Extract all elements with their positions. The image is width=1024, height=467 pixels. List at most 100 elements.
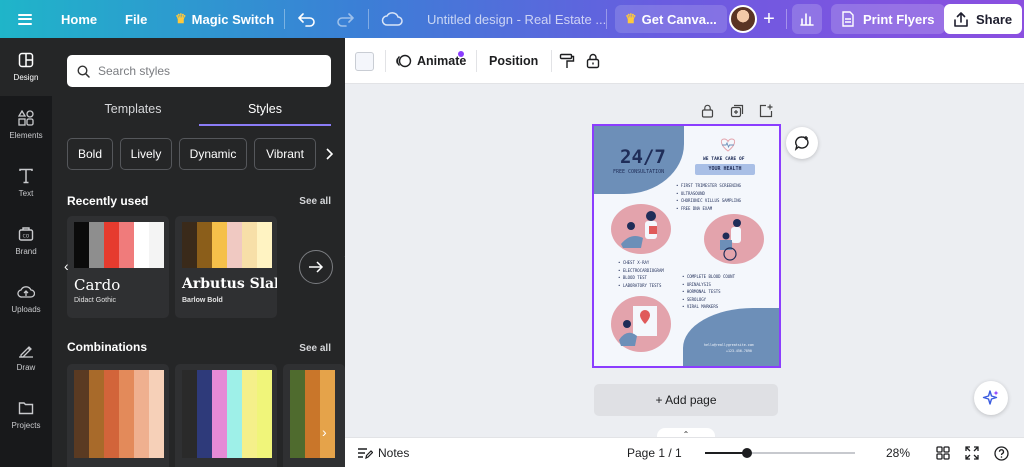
- file-menu[interactable]: File: [125, 0, 147, 38]
- document-title[interactable]: Untitled design - Real Estate ...: [427, 0, 606, 38]
- divider: [476, 50, 477, 72]
- background-color-swatch[interactable]: [355, 52, 374, 71]
- help-icon[interactable]: [994, 438, 1009, 467]
- recently-used-see-all[interactable]: See all: [299, 196, 331, 207]
- list-item: LABORATORY TESTS: [618, 282, 664, 290]
- left-rail: Design Elements Text CO Brand Uploads Dr…: [0, 38, 52, 467]
- fullscreen-icon[interactable]: [965, 438, 979, 467]
- style-card-cardo[interactable]: Cardo Didact Gothic: [67, 216, 169, 318]
- combinations-see-all[interactable]: See all: [299, 343, 331, 354]
- chips-next-arrow-icon[interactable]: [318, 138, 340, 170]
- flyer-lab-list: COMPLETE BLOOD COUNT URINALYSIS HORMONAL…: [682, 273, 735, 311]
- menu-icon[interactable]: [18, 0, 32, 38]
- animate-button[interactable]: Animate: [396, 38, 466, 84]
- print-flyers-button[interactable]: Print Flyers: [831, 4, 945, 34]
- swatch-row: [182, 222, 272, 268]
- combinations-next-icon[interactable]: ›: [322, 424, 327, 440]
- add-comment-button[interactable]: [786, 127, 818, 159]
- magic-assistant-button[interactable]: [974, 381, 1008, 415]
- share-icon: [954, 11, 968, 27]
- combination-card[interactable]: [175, 364, 277, 467]
- grid-view-icon[interactable]: [936, 438, 950, 467]
- list-item: CHEST X-RAY: [618, 259, 664, 267]
- sparkle-icon: [982, 390, 999, 405]
- swatch: [89, 222, 104, 268]
- rail-item-design[interactable]: Design: [0, 38, 52, 96]
- flyer-page[interactable]: 24/7 FREE CONSULTATION WE TAKE CARE OF Y…: [592, 124, 781, 368]
- combination-card[interactable]: [67, 364, 169, 467]
- swatch: [212, 222, 227, 268]
- tab-templates[interactable]: Templates: [67, 98, 199, 126]
- swatch: [104, 222, 119, 268]
- swatch: [227, 370, 242, 458]
- rail-label: Text: [18, 189, 34, 198]
- rail-item-text[interactable]: Text: [0, 154, 52, 212]
- rail-item-projects[interactable]: Projects: [0, 386, 52, 444]
- print-flyers-label: Print Flyers: [863, 11, 935, 27]
- page-lock-icon[interactable]: [701, 104, 714, 123]
- search-icon: [77, 64, 90, 78]
- page-indicator[interactable]: Page 1 / 1: [627, 438, 682, 467]
- redo-icon[interactable]: [336, 0, 354, 38]
- paint-roller-icon[interactable]: [559, 38, 575, 84]
- rail-item-draw[interactable]: Draw: [0, 328, 52, 386]
- chip-vibrant[interactable]: Vibrant: [254, 138, 316, 170]
- rail-item-elements[interactable]: Elements: [0, 96, 52, 154]
- zoom-level[interactable]: 28%: [886, 438, 910, 467]
- rail-label: Projects: [11, 421, 41, 430]
- position-button[interactable]: Position: [489, 38, 538, 84]
- brand-icon: CO: [18, 227, 34, 241]
- magic-switch-button[interactable]: ♛ Magic Switch: [175, 0, 274, 38]
- chip-dynamic[interactable]: Dynamic: [179, 138, 247, 170]
- add-collaborator-icon[interactable]: +: [758, 5, 780, 33]
- swatch: [242, 370, 257, 458]
- get-canva-pro-button[interactable]: ♛ Get Canva...: [615, 5, 727, 33]
- swatch: [257, 222, 272, 268]
- carousel-next-button[interactable]: [299, 250, 333, 284]
- swatch: [257, 370, 272, 458]
- add-page-icon[interactable]: [759, 104, 773, 123]
- add-page-button[interactable]: + Add page: [594, 384, 778, 416]
- carousel-prev-icon[interactable]: ‹: [64, 258, 69, 274]
- swatch: [305, 370, 320, 458]
- divider: [606, 9, 607, 29]
- list-item: URINALYSIS: [682, 281, 735, 289]
- rail-label: Brand: [15, 247, 37, 256]
- text-icon: [19, 168, 33, 184]
- zoom-slider[interactable]: [705, 452, 855, 454]
- duplicate-page-icon[interactable]: [730, 104, 744, 123]
- print-icon: [842, 11, 854, 27]
- uploads-icon: [17, 286, 35, 298]
- elements-icon: [18, 110, 34, 126]
- panel-tabs: Templates Styles: [67, 98, 331, 126]
- flyer-services-list: FIRST TRIMESTER SCREENING ULTRASOUND CHO…: [676, 182, 741, 212]
- zoom-slider-handle[interactable]: [742, 448, 752, 458]
- undo-icon[interactable]: [298, 0, 316, 38]
- style-card-arbutus-slab[interactable]: Arbutus Slab Barlow Bold: [175, 216, 277, 318]
- chip-bold[interactable]: Bold: [67, 138, 113, 170]
- cloud-save-icon[interactable]: [381, 0, 403, 38]
- swatch: [227, 222, 242, 268]
- comment-icon: [794, 136, 809, 151]
- insights-icon[interactable]: [792, 4, 822, 34]
- flyer-tag-pill: YOUR HEALTH: [695, 164, 755, 175]
- share-button[interactable]: Share: [944, 4, 1023, 34]
- home-button[interactable]: Home: [61, 0, 97, 38]
- list-item: HORMONAL TESTS: [682, 288, 735, 296]
- lock-icon[interactable]: [586, 38, 600, 84]
- combination-card[interactable]: [283, 364, 345, 467]
- list-item: CHORIONIC VILLUS SAMPLING: [676, 197, 741, 205]
- list-item: ULTRASOUND: [676, 190, 741, 198]
- rail-item-brand[interactable]: CO Brand: [0, 212, 52, 270]
- combinations-title: Combinations: [67, 340, 147, 354]
- swatch: [134, 370, 149, 458]
- avatar[interactable]: [729, 5, 757, 33]
- search-box[interactable]: [67, 55, 331, 87]
- flyer-email: hello@reallygreatsite.com: [704, 343, 754, 347]
- list-item: COMPLETE BLOOD COUNT: [682, 273, 735, 281]
- rail-item-uploads[interactable]: Uploads: [0, 270, 52, 328]
- tab-styles[interactable]: Styles: [199, 98, 331, 126]
- chip-lively[interactable]: Lively: [120, 138, 172, 170]
- search-input[interactable]: [98, 64, 318, 78]
- notes-button[interactable]: Notes: [357, 438, 409, 467]
